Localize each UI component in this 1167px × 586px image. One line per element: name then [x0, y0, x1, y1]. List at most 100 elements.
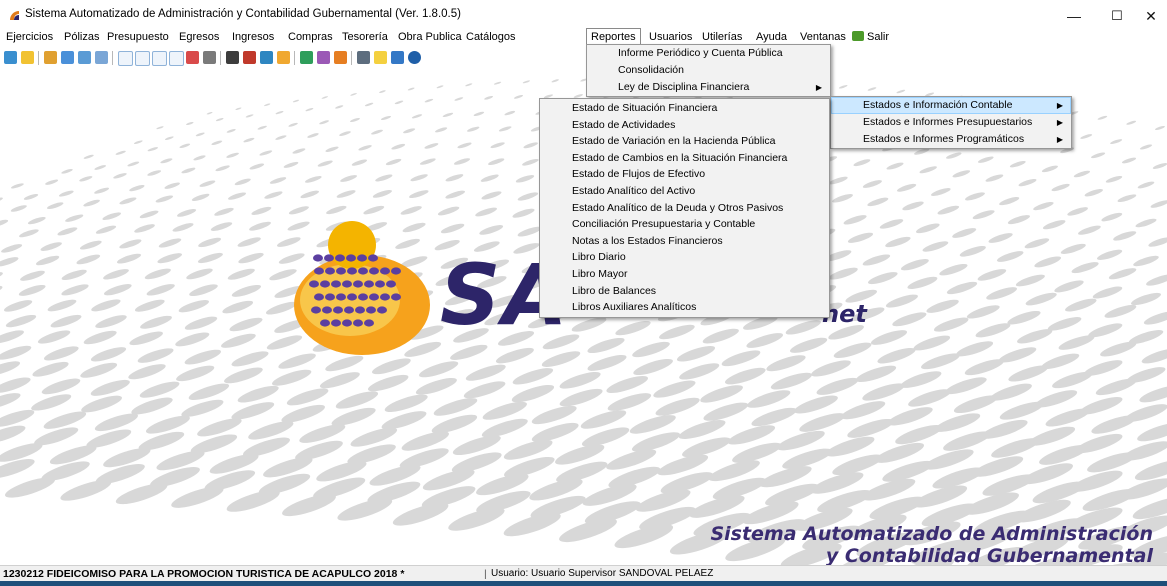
- title-bar: Sistema Automatizado de Administración y…: [0, 0, 1167, 30]
- menu-catalogos[interactable]: Catálogos: [462, 29, 520, 45]
- save-icon[interactable]: [391, 51, 404, 64]
- menu-item-analitico-deuda[interactable]: Estado Analítico de la Deuda y Otros Pas…: [540, 200, 829, 217]
- menu-salir-label: Salir: [867, 31, 890, 43]
- report-icon[interactable]: [118, 51, 133, 66]
- menu-item-label: Estados e Informes Programáticos: [863, 133, 1025, 145]
- menu-tesoreria[interactable]: Tesorería: [338, 29, 392, 45]
- toolbar-separator: [38, 51, 39, 65]
- menu-item-analitico-activo[interactable]: Estado Analítico del Activo: [540, 183, 829, 200]
- menu-item-situacion-financiera[interactable]: Estado de Situación Financiera: [540, 100, 829, 117]
- users-icon[interactable]: [260, 51, 273, 64]
- menu-item-libro-mayor[interactable]: Libro Mayor: [540, 266, 829, 283]
- submenu-arrow-icon: ▶: [1056, 135, 1063, 144]
- menu-ventanas[interactable]: Ventanas: [796, 29, 850, 45]
- menu-item-label: Libro Diario: [572, 251, 626, 264]
- toolbar-separator: [220, 51, 221, 65]
- grid-icon[interactable]: [95, 51, 108, 64]
- toolbar: [0, 46, 1167, 68]
- edit-icon[interactable]: [61, 51, 74, 64]
- submenu-arrow-icon: ▶: [815, 83, 822, 92]
- menu-obra-publica[interactable]: Obra Publica: [394, 29, 466, 45]
- menu-item-label: Estado de Variación en la Hacienda Públi…: [572, 135, 776, 148]
- toolbar-separator: [112, 51, 113, 65]
- key-icon[interactable]: [334, 51, 347, 64]
- status-company: 1230212 FIDEICOMISO PARA LA PROMOCION TU…: [3, 568, 405, 580]
- menu-item-flujos-efectivo[interactable]: Estado de Flujos de Efectivo: [540, 166, 829, 183]
- reportes-dropdown: Informe Periódico y Cuenta Pública Conso…: [586, 44, 831, 97]
- menu-item-consolidacion[interactable]: Consolidación: [587, 62, 830, 79]
- toolbar-separator: [294, 51, 295, 65]
- menu-egresos[interactable]: Egresos: [175, 29, 223, 45]
- minimize-button[interactable]: —: [1051, 4, 1097, 28]
- menu-item-ley-disciplina[interactable]: Ley de Disciplina Financiera ▶: [587, 79, 830, 96]
- report-icon[interactable]: [152, 51, 167, 66]
- menu-item-label: Libros Auxiliares Analíticos: [572, 301, 697, 314]
- menu-item-label: Estado de Flujos de Efectivo: [572, 168, 706, 181]
- status-separator: |: [484, 568, 487, 580]
- menu-item-estados-presupuestarios[interactable]: Estados e Informes Presupuestarios ▶: [831, 114, 1071, 131]
- book-icon[interactable]: [226, 51, 239, 64]
- menu-usuarios[interactable]: Usuarios: [645, 29, 696, 45]
- menu-item-label: Estado de Actividades: [572, 118, 676, 131]
- footer-title-line1: Sistema Automatizado de Administración: [710, 523, 1153, 545]
- refresh-icon[interactable]: [4, 51, 17, 64]
- menu-item-label: Notas a los Estados Financieros: [572, 234, 723, 247]
- menu-item-label: Estado Analítico de la Deuda y Otros Pas…: [572, 201, 784, 214]
- menu-polizas[interactable]: Pólizas: [60, 29, 103, 45]
- menu-ejercicios[interactable]: Ejercicios: [2, 29, 57, 45]
- menu-item-label: Estados e Informes Presupuestarios: [863, 116, 1033, 128]
- menu-item-label: Conciliación Presupuestaria y Contable: [572, 218, 756, 231]
- close-button[interactable]: ✕: [1128, 4, 1167, 28]
- menu-item-label: Estados e Información Contable: [863, 99, 1013, 111]
- menu-item-conciliacion[interactable]: Conciliación Presupuestaria y Contable: [540, 216, 829, 233]
- menu-item-libros-auxiliares[interactable]: Libros Auxiliares Analíticos: [540, 299, 829, 316]
- menu-item-label: Estado de Situación Financiera: [572, 102, 718, 114]
- ldf-submenu: Estados e Información Contable ▶ Estados …: [830, 96, 1072, 149]
- search-icon[interactable]: [374, 51, 387, 64]
- menu-presupuesto[interactable]: Presupuesto: [103, 29, 173, 45]
- estados-contables-submenu: Estado de Situación Financiera Estado de…: [539, 98, 830, 318]
- report-icon[interactable]: [135, 51, 150, 66]
- menu-item-label: Informe Periódico y Cuenta Pública: [618, 47, 783, 59]
- menu-salir[interactable]: Salir: [848, 29, 893, 45]
- menu-item-label: Estado Analítico del Activo: [572, 184, 696, 197]
- menu-item-estados-programaticos[interactable]: Estados e Informes Programáticos ▶: [831, 131, 1071, 148]
- menu-item-actividades[interactable]: Estado de Actividades: [540, 117, 829, 134]
- menu-item-label: Estado de Cambios en la Situación Financ…: [572, 151, 788, 164]
- status-user: Usuario: Usuario Supervisor SANDOVAL PEL…: [491, 568, 714, 579]
- toolbar-separator: [351, 51, 352, 65]
- tree-icon[interactable]: [357, 51, 370, 64]
- print-icon[interactable]: [203, 51, 216, 64]
- submenu-arrow-icon: ▶: [1056, 118, 1063, 127]
- document-icon[interactable]: [21, 51, 34, 64]
- menu-item-label: Ley de Disciplina Financiera: [618, 81, 750, 93]
- menu-item-notas[interactable]: Notas a los Estados Financieros: [540, 233, 829, 250]
- menu-compras[interactable]: Compras: [284, 29, 337, 45]
- menu-item-estados-informacion-contable[interactable]: Estados e Información Contable ▶: [831, 97, 1071, 114]
- menu-item-label: Libro Mayor: [572, 267, 628, 280]
- menu-reportes[interactable]: Reportes: [586, 28, 641, 45]
- help-icon[interactable]: [408, 51, 421, 64]
- calendar-icon[interactable]: [78, 51, 91, 64]
- menu-item-variacion-hacienda[interactable]: Estado de Variación en la Hacienda Públi…: [540, 133, 829, 150]
- menu-item-label: Consolidación: [618, 64, 684, 76]
- status-bar: 1230212 FIDEICOMISO PARA LA PROMOCION TU…: [0, 565, 1167, 582]
- table-icon[interactable]: [300, 51, 313, 64]
- menu-utilerias[interactable]: Utilerías: [698, 29, 746, 45]
- menu-ayuda[interactable]: Ayuda: [752, 29, 791, 45]
- box-icon[interactable]: [277, 51, 290, 64]
- menu-item-libro-diario[interactable]: Libro Diario: [540, 249, 829, 266]
- submenu-arrow-icon: ▶: [1056, 101, 1063, 110]
- image-icon[interactable]: [186, 51, 199, 64]
- menu-ingresos[interactable]: Ingresos: [228, 29, 278, 45]
- menu-item-cambios-situacion[interactable]: Estado de Cambios en la Situación Financ…: [540, 150, 829, 167]
- window-title: Sistema Automatizado de Administración y…: [25, 8, 461, 20]
- menu-item-libro-balances[interactable]: Libro de Balances: [540, 283, 829, 300]
- report-icon[interactable]: [169, 51, 184, 66]
- bottom-strip: [0, 581, 1167, 586]
- menu-item-informe-periodico[interactable]: Informe Periódico y Cuenta Pública: [587, 45, 830, 62]
- chart-icon[interactable]: [243, 51, 256, 64]
- tools-icon[interactable]: [317, 51, 330, 64]
- app-icon: [10, 11, 19, 20]
- folder-icon[interactable]: [44, 51, 57, 64]
